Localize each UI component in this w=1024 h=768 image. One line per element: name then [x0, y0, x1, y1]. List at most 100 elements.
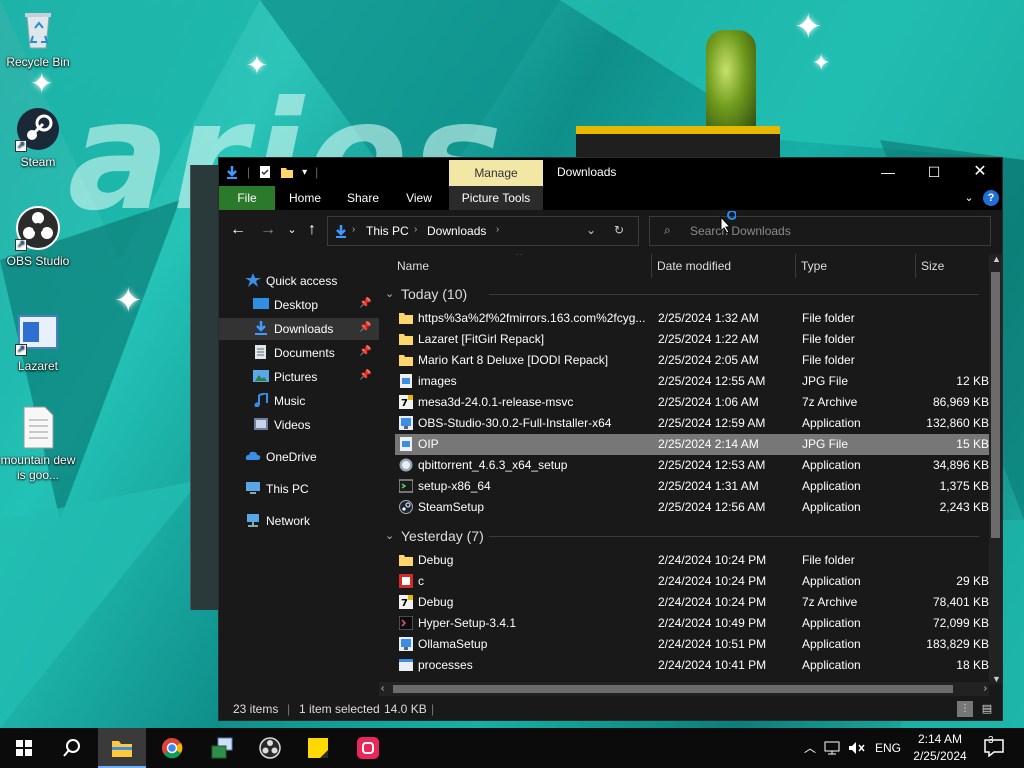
customize-toolbar-icon[interactable]: ▾ [302, 167, 307, 178]
up-button[interactable]: ↑ [303, 220, 321, 240]
address-bar[interactable]: › This PC › Downloads › ⌄ ↻ [327, 216, 639, 246]
file-row[interactable]: setup-x86_64 2/25/2024 1:31 AM Application… [395, 476, 989, 497]
pin-icon[interactable]: 📌 [359, 322, 371, 333]
scroll-down-icon[interactable]: ▼ [992, 674, 1001, 684]
column-name[interactable]: Name [397, 259, 429, 273]
show-hidden-icons-button[interactable]: ︿ [800, 728, 820, 768]
tab-picture-tools[interactable]: Picture Tools [449, 186, 543, 210]
notifications-button[interactable]: 3 [980, 728, 1008, 768]
tab-share[interactable]: Share [337, 186, 389, 210]
language-indicator[interactable]: ENG [872, 728, 904, 768]
nav-pictures[interactable]: Pictures [253, 366, 317, 388]
nav-documents[interactable]: Documents [253, 342, 335, 364]
file-type: JPG File [802, 437, 849, 451]
file-row[interactable]: qbittorrent_4.6.3_x64_setup 2/25/2024 12:… [395, 455, 989, 476]
desktop-icon-recycle-bin[interactable]: Recycle Bin [0, 6, 76, 69]
column-separator[interactable] [795, 254, 796, 278]
tab-home[interactable]: Home [279, 186, 331, 210]
address-dropdown-icon[interactable]: ⌄ [586, 223, 596, 237]
column-size[interactable]: Size [921, 259, 944, 273]
file-row[interactable]: Debug 2/24/2024 10:24 PM File folder [395, 550, 989, 571]
large-icons-view-icon[interactable]: ▤ [979, 701, 995, 717]
vertical-scroll-thumb[interactable] [991, 272, 1000, 538]
scroll-left-icon[interactable]: ‹ [381, 682, 384, 696]
scroll-up-icon[interactable]: ▲ [992, 254, 1001, 264]
file-row[interactable]: OBS-Studio-30.0.2-Full-Installer-x64 2/25… [395, 413, 989, 434]
chrome-icon [162, 738, 183, 759]
file-row[interactable]: OIP 2/25/2024 2:14 AM JPG File 15 KB [395, 434, 989, 455]
download-arrow-icon[interactable] [225, 165, 239, 179]
nav-desktop[interactable]: Desktop [253, 294, 318, 316]
taskbar-file-explorer[interactable] [98, 728, 146, 768]
nav-videos[interactable]: Videos [253, 414, 310, 436]
volume-muted-icon[interactable] [846, 728, 868, 768]
taskbar-obs[interactable] [246, 728, 294, 768]
recent-locations-button[interactable]: ⌄ [283, 220, 301, 240]
nav-this-pc[interactable]: This PC [245, 478, 309, 500]
column-separator[interactable] [651, 254, 652, 278]
clock[interactable]: 2:14 AM 2/25/2024 [910, 731, 970, 765]
taskbar-sticky-notes[interactable] [294, 728, 342, 768]
breadcrumb-downloads[interactable]: Downloads [427, 224, 486, 238]
file-row[interactable]: https%3a%2f%2fmirrors.163.com%2fcyg... 2/… [395, 308, 989, 329]
nav-quick-access[interactable]: Quick access [245, 270, 337, 292]
maximize-button[interactable]: ☐ [911, 158, 957, 186]
search-box[interactable]: ⌕ Search Downloads [649, 211, 991, 246]
pin-icon[interactable]: 📌 [359, 370, 371, 381]
file-row[interactable]: OllamaSetup 2/24/2024 10:51 PM Application… [395, 634, 989, 655]
taskbar-app-red[interactable] [344, 728, 392, 768]
file-row[interactable]: 7 Debug 2/24/2024 10:24 PM 7z Archive 78,401… [395, 592, 989, 613]
pin-icon[interactable]: 📌 [359, 298, 371, 309]
group-collapse-icon[interactable]: ⌄ [385, 524, 394, 548]
network-tray-icon[interactable] [822, 728, 842, 768]
file-row[interactable]: SteamSetup 2/25/2024 12:56 AM Application 2… [395, 497, 989, 518]
column-type[interactable]: Type [801, 259, 827, 273]
forward-button[interactable]: → [259, 220, 277, 240]
pin-icon[interactable]: 📌 [359, 346, 371, 357]
refresh-icon[interactable]: ↻ [614, 223, 624, 237]
file-row[interactable]: c 2/24/2024 10:24 PM Application 29 KB [395, 571, 989, 592]
group-header[interactable]: ⌄ Yesterday (7) [379, 524, 989, 548]
desktop-icon-text-file[interactable]: mountain dew is goo... [0, 404, 76, 483]
horizontal-scroll-thumb[interactable] [393, 685, 953, 693]
file-row[interactable]: images 2/25/2024 12:55 AM JPG File 12 KB [395, 371, 989, 392]
tab-view[interactable]: View [393, 186, 445, 210]
expand-ribbon-icon[interactable]: ⌄ [959, 186, 979, 210]
vertical-scrollbar[interactable]: ▲ ▼ [989, 254, 1002, 684]
close-button[interactable]: ✕ [957, 158, 1003, 186]
file-row[interactable]: Lazaret [FitGirl Repack] 2/25/2024 1:22 A… [395, 329, 989, 350]
group-collapse-icon[interactable]: ⌄ [385, 282, 394, 306]
tab-file[interactable]: File [219, 186, 275, 210]
file-date: 2/25/2024 1:06 AM [658, 395, 759, 409]
nav-music[interactable]: Music [253, 390, 305, 412]
nav-downloads[interactable]: Downloads [219, 318, 379, 340]
file-explorer-window[interactable]: | ▾ | Manage Downloads — ☐ ✕ File Home S… [218, 157, 1003, 721]
start-button[interactable] [0, 728, 48, 768]
back-button[interactable]: ← [229, 220, 247, 240]
desktop-icon-obs[interactable]: ↗ OBS Studio [0, 205, 76, 268]
file-row[interactable]: Hyper-Setup-3.4.1 2/24/2024 10:49 PM Appli… [395, 613, 989, 634]
nav-network[interactable]: Network [245, 510, 310, 532]
details-view-icon[interactable]: ⋮ [957, 701, 973, 717]
column-separator[interactable] [915, 254, 916, 278]
desktop-icon-steam[interactable]: ↗ Steam [0, 106, 76, 169]
title-bar[interactable]: | ▾ | Manage Downloads — ☐ ✕ [219, 158, 1002, 186]
minimize-button[interactable]: — [865, 158, 911, 186]
breadcrumb-this-pc[interactable]: This PC [366, 224, 409, 238]
scroll-right-icon[interactable]: › [984, 682, 987, 696]
help-icon[interactable]: ? [983, 190, 999, 206]
desktop-icon-lazaret[interactable]: ↗ Lazaret [0, 310, 76, 373]
search-taskbar-button[interactable] [48, 728, 96, 768]
taskbar-setup-app[interactable] [198, 728, 246, 768]
manage-tab[interactable]: Manage [449, 160, 543, 186]
nav-onedrive[interactable]: OneDrive [245, 446, 317, 468]
new-folder-icon[interactable] [280, 165, 294, 179]
file-row[interactable]: processes 2/24/2024 10:41 PM Application 18… [395, 655, 989, 676]
taskbar-chrome[interactable] [148, 728, 196, 768]
horizontal-scrollbar[interactable]: ‹ › [379, 682, 989, 696]
file-row[interactable]: 7 mesa3d-24.0.1-release-msvc 2/25/2024 1:0… [395, 392, 989, 413]
file-row[interactable]: Mario Kart 8 Deluxe [DODI Repack] 2/25/20… [395, 350, 989, 371]
column-date-modified[interactable]: Date modified [657, 259, 731, 273]
properties-icon[interactable] [258, 165, 272, 179]
group-header[interactable]: ⌄ Today (10) [379, 282, 989, 306]
